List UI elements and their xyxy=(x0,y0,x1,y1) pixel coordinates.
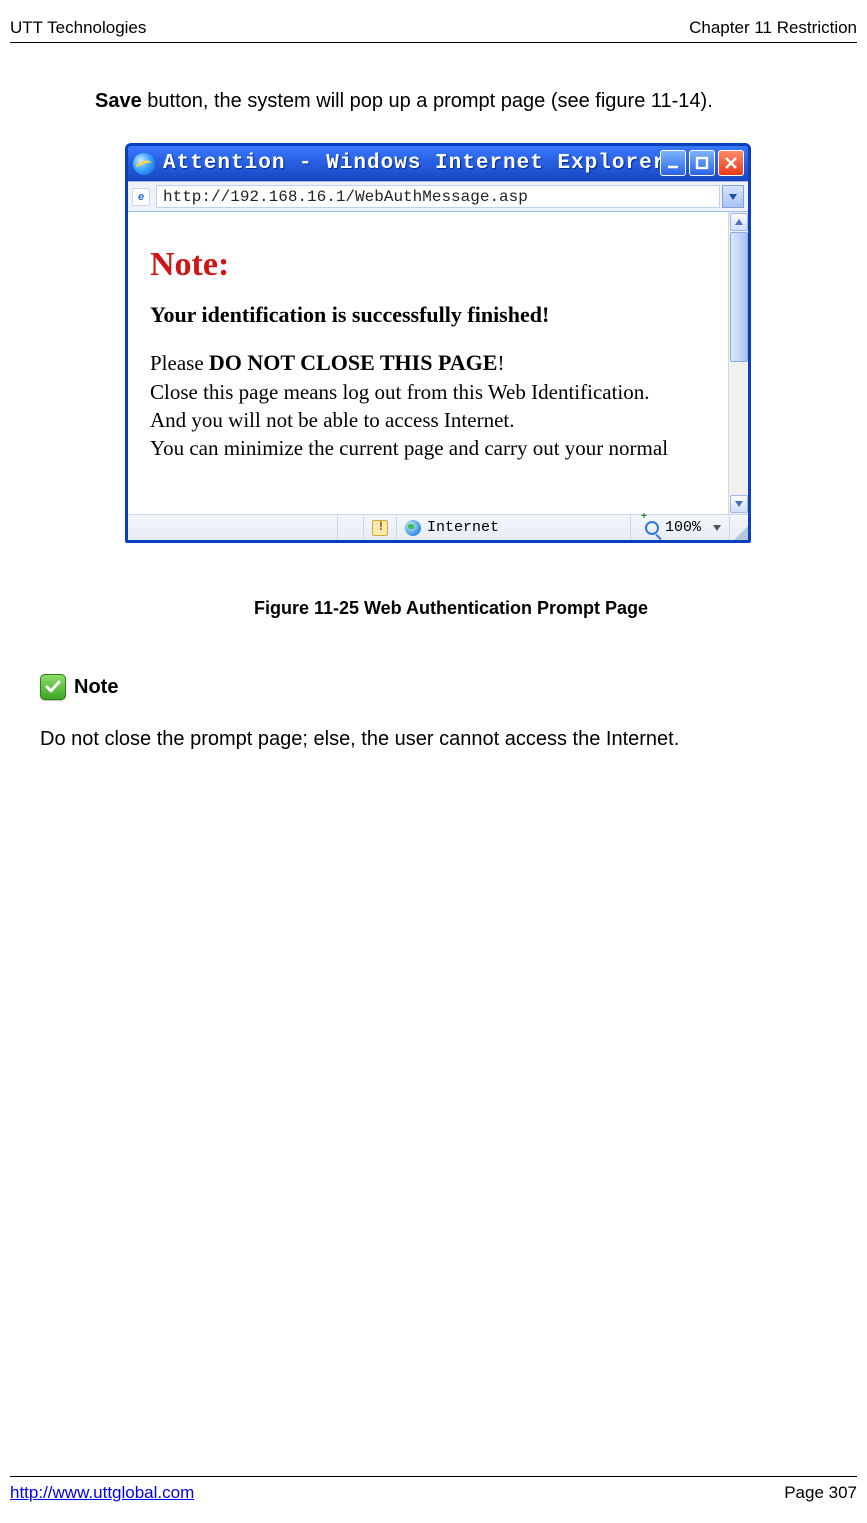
scroll-track[interactable] xyxy=(730,232,748,494)
favicon-icon: e xyxy=(132,188,150,206)
ie-window: Attention - Windows Internet Explorer e … xyxy=(125,143,751,543)
globe-icon xyxy=(405,520,421,536)
footer-page: Page 307 xyxy=(784,1483,857,1503)
maximize-button[interactable] xyxy=(689,150,715,176)
success-line: Your identification is successfully fini… xyxy=(150,302,748,328)
titlebar[interactable]: Attention - Windows Internet Explorer xyxy=(128,146,748,181)
ie-logo-icon xyxy=(133,153,155,175)
magnifier-icon xyxy=(645,521,659,535)
resize-grip[interactable] xyxy=(730,515,748,540)
page-footer: http://www.uttglobal.com Page 307 xyxy=(10,1483,857,1503)
note-text: Do not close the prompt page; else, the … xyxy=(40,728,807,751)
note-row: Note xyxy=(40,674,807,700)
address-dropdown-button[interactable] xyxy=(722,185,744,208)
plus-icon: + xyxy=(641,512,647,523)
lead-rest: button, the system will pop up a prompt … xyxy=(142,90,713,112)
url-field[interactable]: http://192.168.16.1/WebAuthMessage.asp xyxy=(156,185,720,208)
close-button[interactable] xyxy=(718,150,744,176)
zone-label: Internet xyxy=(427,519,499,536)
status-seg-zoom[interactable]: + 100% xyxy=(631,515,730,540)
note-heading: Note: xyxy=(150,246,748,284)
body-paragraph: Please DO NOT CLOSE THIS PAGE! Close thi… xyxy=(150,348,748,463)
alert-icon xyxy=(372,520,388,536)
ie-content-area: Note: Your identification is successfull… xyxy=(128,212,748,514)
scroll-down-button[interactable] xyxy=(730,495,748,513)
minimize-button[interactable] xyxy=(660,150,686,176)
p1b: DO NOT CLOSE THIS PAGE xyxy=(209,350,498,375)
page-header: UTT Technologies Chapter 11 Restriction xyxy=(10,18,857,38)
p4: You can minimize the current page and ca… xyxy=(150,436,668,460)
lead-bold: Save xyxy=(95,90,142,112)
header-rule xyxy=(10,42,857,43)
status-seg-alert[interactable] xyxy=(364,515,397,540)
zoom-value: 100% xyxy=(665,519,701,536)
scroll-thumb[interactable] xyxy=(730,232,748,362)
p2: Close this page means log out from this … xyxy=(150,380,650,404)
p3: And you will not be able to access Inter… xyxy=(150,408,514,432)
checkmark-icon xyxy=(40,674,66,700)
status-bar: Internet + 100% xyxy=(128,514,748,540)
vertical-scrollbar[interactable] xyxy=(728,212,748,514)
address-bar: e http://192.168.16.1/WebAuthMessage.asp xyxy=(128,181,748,212)
p1c: ! xyxy=(497,351,504,375)
status-seg-blank1 xyxy=(338,515,364,540)
footer-url-link[interactable]: http://www.uttglobal.com xyxy=(10,1483,194,1503)
status-seg-progress xyxy=(128,515,338,540)
header-right: Chapter 11 Restriction xyxy=(689,18,857,38)
lead-line: Save button, the system will pop up a pr… xyxy=(95,90,807,113)
content-column: Save button, the system will pop up a pr… xyxy=(95,90,807,751)
scroll-up-button[interactable] xyxy=(730,213,748,231)
note-label: Note xyxy=(74,676,118,699)
note-block: Note Do not close the prompt page; else,… xyxy=(40,674,807,751)
chevron-down-icon xyxy=(713,525,721,531)
status-seg-zone[interactable]: Internet xyxy=(397,515,631,540)
header-left: UTT Technologies xyxy=(10,18,146,38)
footer-rule xyxy=(10,1476,857,1477)
window-title: Attention - Windows Internet Explorer xyxy=(163,152,666,175)
figure-caption: Figure 11-25 Web Authentication Prompt P… xyxy=(95,598,807,619)
p1a: Please xyxy=(150,351,209,375)
window-buttons xyxy=(660,150,744,176)
